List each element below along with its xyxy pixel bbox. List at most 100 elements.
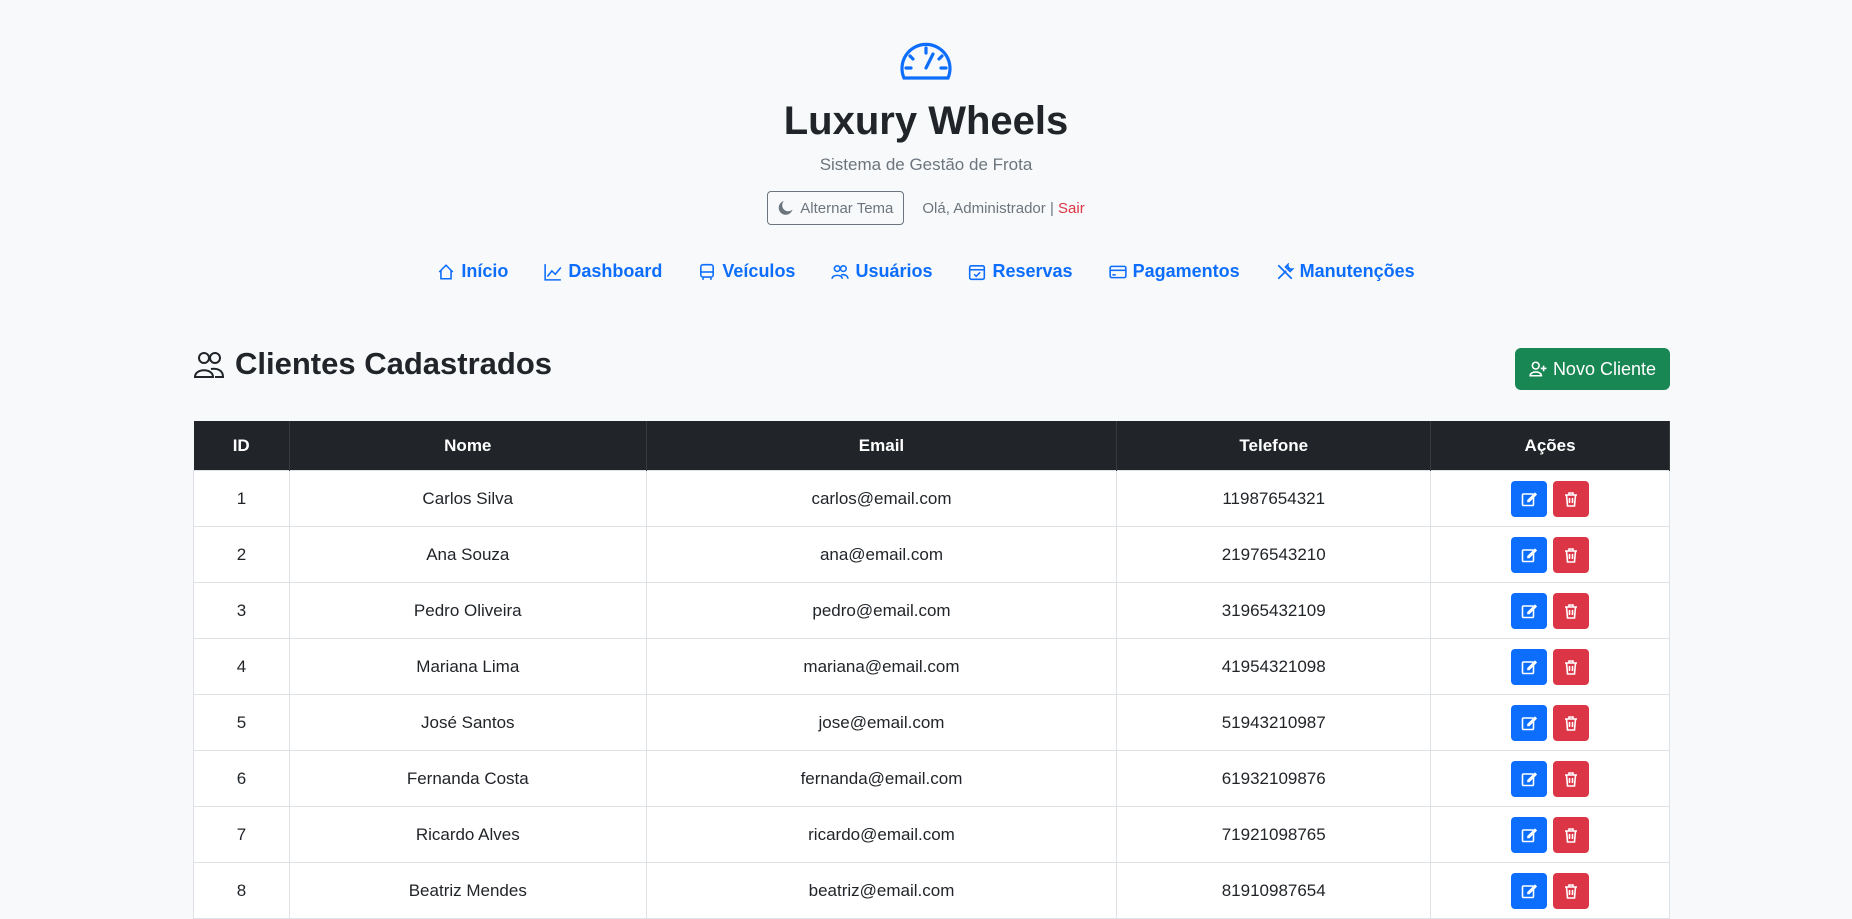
cell-email: jose@email.com [645, 694, 1118, 751]
nav-item-inicio[interactable]: Início [437, 261, 508, 282]
delete-button[interactable] [1553, 872, 1590, 909]
user-bar: Alternar Tema Olá, Administrador | Sair [0, 191, 1852, 225]
nav-item-manutencoes[interactable]: Manutenções [1276, 261, 1415, 282]
nav-item-veiculos[interactable]: Veículos [698, 261, 795, 282]
nav-item-usuarios[interactable]: Usuários [831, 261, 932, 282]
new-client-label: Novo Cliente [1552, 358, 1656, 379]
pencil-square-icon [1521, 771, 1538, 786]
row-actions [1511, 536, 1590, 573]
cell-id: 3 [193, 582, 290, 639]
cell-id: 7 [193, 806, 290, 863]
delete-button[interactable] [1553, 816, 1590, 853]
tools-icon [1277, 262, 1294, 279]
row-actions [1511, 760, 1590, 797]
pencil-square-icon [1521, 547, 1538, 562]
delete-button[interactable] [1553, 592, 1590, 629]
cell-email: carlos@email.com [645, 470, 1118, 527]
toggle-theme-button[interactable]: Alternar Tema [767, 191, 905, 225]
nav-item-dashboard[interactable]: Dashboard [544, 261, 662, 282]
nav-label: Manutenções [1299, 261, 1415, 281]
cell-email: beatriz@email.com [645, 862, 1118, 919]
pencil-square-icon [1521, 603, 1538, 618]
row-actions [1511, 872, 1590, 909]
cell-nome: José Santos [288, 694, 647, 751]
cell-telefone: 21976543210 [1116, 526, 1432, 583]
pencil-square-icon [1521, 491, 1538, 506]
header: Luxury Wheels Sistema de Gestão de Frota… [0, 0, 1852, 282]
table-row: 3 Pedro Oliveira pedro@email.com 3196543210… [193, 582, 1670, 639]
bus-icon [700, 263, 715, 280]
edit-button[interactable] [1511, 592, 1548, 629]
house-icon [439, 263, 454, 280]
nav-item-pagamentos[interactable]: Pagamentos [1108, 261, 1240, 282]
table-row: 1 Carlos Silva carlos@email.com 11987654321 [193, 470, 1670, 527]
cell-nome: Fernanda Costa [288, 750, 647, 807]
pencil-square-icon [1521, 883, 1538, 898]
page-title-text: Clientes Cadastrados [235, 346, 552, 381]
cell-telefone: 31965432109 [1116, 582, 1432, 639]
main-nav: Início Dashboard Veículos Usuários Reser… [0, 261, 1852, 282]
cell-acoes [1430, 750, 1670, 807]
delete-button[interactable] [1553, 704, 1590, 741]
cell-acoes [1430, 862, 1670, 919]
cell-acoes [1430, 526, 1670, 583]
delete-button[interactable] [1553, 536, 1590, 573]
nav-label: Usuários [855, 261, 933, 281]
cell-nome: Mariana Lima [288, 638, 647, 695]
row-actions [1511, 704, 1590, 741]
credit-card-icon [1108, 265, 1127, 278]
trash-icon [1565, 715, 1578, 731]
cell-id: 8 [193, 862, 290, 919]
brand-subtitle: Sistema de Gestão de Frota [819, 155, 1033, 174]
column-header-email: Email [646, 421, 1118, 471]
cell-id: 5 [193, 694, 290, 751]
cell-acoes [1430, 638, 1670, 695]
table-body: 1 Carlos Silva carlos@email.com 11987654321… [193, 470, 1670, 919]
cell-email: pedro@email.com [645, 582, 1118, 639]
people-icon [193, 352, 225, 378]
pencil-square-icon [1521, 659, 1538, 674]
cell-id: 2 [193, 526, 290, 583]
trash-icon [1565, 547, 1578, 563]
cell-nome: Ana Souza [288, 526, 647, 583]
row-actions [1511, 592, 1590, 629]
edit-button[interactable] [1511, 536, 1548, 573]
nav-label: Início [461, 261, 509, 281]
cell-telefone: 81910987654 [1116, 862, 1432, 919]
cell-nome: Pedro Oliveira [288, 582, 647, 639]
cell-acoes [1430, 582, 1670, 639]
toggle-theme-label: Alternar Tema [800, 199, 894, 217]
edit-button[interactable] [1511, 872, 1548, 909]
delete-button[interactable] [1553, 760, 1590, 797]
nav-label: Dashboard [568, 261, 663, 281]
nav-item-reservas[interactable]: Reservas [968, 261, 1073, 282]
logout-link[interactable]: Sair [1058, 200, 1085, 217]
column-header-telefone: Telefone [1116, 421, 1432, 471]
pencil-square-icon [1521, 715, 1538, 730]
edit-button[interactable] [1511, 760, 1548, 797]
edit-button[interactable] [1511, 704, 1548, 741]
cell-id: 6 [193, 750, 290, 807]
cell-acoes [1430, 806, 1670, 863]
edit-button[interactable] [1511, 648, 1548, 685]
section-header: Clientes Cadastrados Novo Cliente [193, 346, 1670, 390]
cell-acoes [1430, 694, 1670, 751]
cell-telefone: 41954321098 [1116, 638, 1432, 695]
new-client-button[interactable]: Novo Cliente [1514, 348, 1670, 390]
cell-nome: Carlos Silva [288, 470, 647, 527]
edit-button[interactable] [1511, 816, 1548, 853]
trash-icon [1565, 603, 1578, 619]
trash-icon [1565, 883, 1578, 899]
trash-icon [1565, 771, 1578, 787]
cell-telefone: 61932109876 [1116, 750, 1432, 807]
delete-button[interactable] [1553, 648, 1590, 685]
nav-label: Veículos [722, 261, 796, 281]
cell-email: mariana@email.com [645, 638, 1118, 695]
edit-button[interactable] [1511, 480, 1548, 517]
delete-button[interactable] [1553, 480, 1590, 517]
cell-telefone: 51943210987 [1116, 694, 1432, 751]
person-plus-icon [1529, 361, 1547, 377]
cell-id: 1 [193, 470, 290, 527]
table-row: 5 José Santos jose@email.com 51943210987 [193, 694, 1670, 751]
cell-email: ricardo@email.com [645, 806, 1118, 863]
